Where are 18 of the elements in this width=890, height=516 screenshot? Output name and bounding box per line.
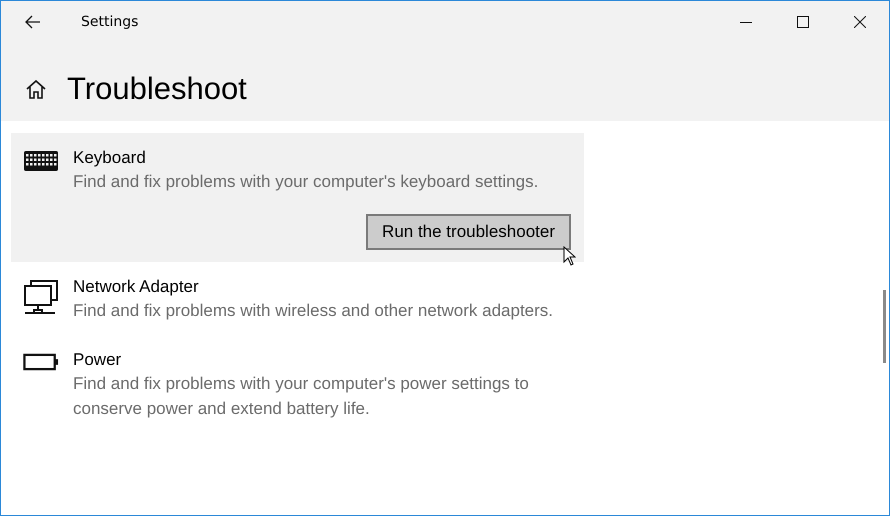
maximize-icon[interactable] <box>797 16 809 28</box>
close-icon[interactable] <box>854 16 866 28</box>
item-title: Network Adapter <box>73 276 200 298</box>
back-icon[interactable] <box>25 15 41 29</box>
keyboard-icon <box>23 150 59 172</box>
run-troubleshooter-button[interactable]: Run the troubleshooter <box>366 214 571 250</box>
mouse-cursor-icon <box>563 246 576 266</box>
item-description: Find and fix problems with your computer's keyboard settings. <box>73 171 538 193</box>
item-title: Keyboard <box>73 147 147 169</box>
page-title: Troubleshoot <box>67 71 247 107</box>
item-description: Find and fix problems with wireless and other network adapters. <box>73 300 554 322</box>
battery-icon <box>23 352 59 372</box>
scrollbar[interactable] <box>883 290 886 363</box>
home-icon[interactable] <box>25 79 47 99</box>
item-title: Power <box>73 349 122 371</box>
window-title: Settings <box>81 14 138 30</box>
item-description: Find and fix problems with your computer's power settings to conserve power and extend battery life. <box>73 373 530 420</box>
network-icon <box>23 279 59 315</box>
